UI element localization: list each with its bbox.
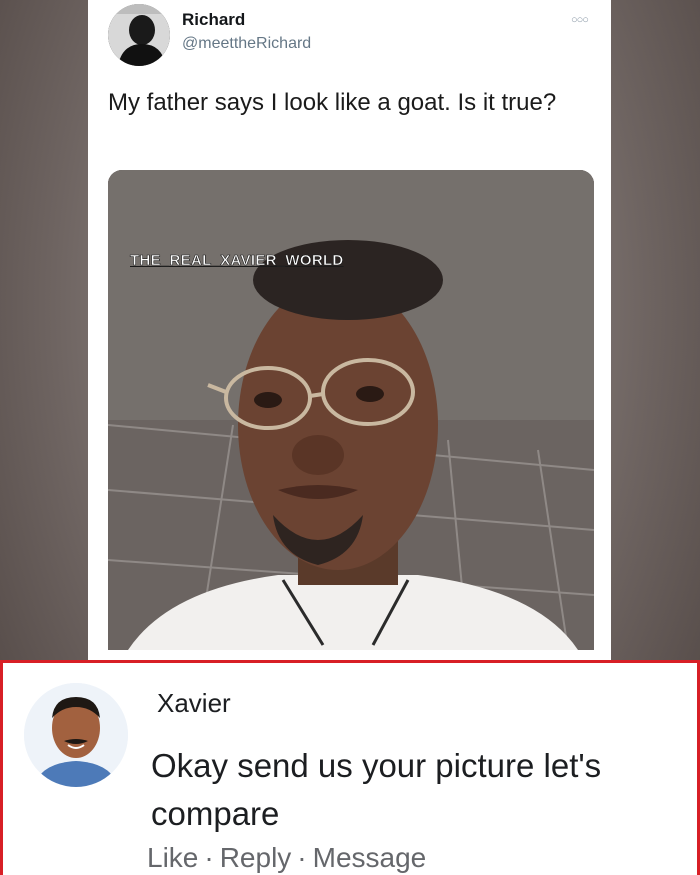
commenter-avatar[interactable] [24, 683, 128, 787]
message-button[interactable]: Message [313, 842, 427, 873]
separator: · [204, 842, 214, 873]
tweet-author-handle[interactable]: @meettheRichard [182, 35, 311, 53]
tweet-author-avatar[interactable] [108, 4, 170, 66]
tweet-photo[interactable]: THE_REAL_XAVIER_WORLD [108, 170, 594, 650]
tweet-text: My father says I look like a goat. Is it… [108, 89, 557, 116]
more-options-icon[interactable]: ○○○ [571, 14, 589, 26]
like-button[interactable]: Like [147, 842, 198, 873]
comment-text: Okay send us your picture let's compare [151, 747, 602, 832]
tweet-author-name[interactable]: Richard [182, 10, 245, 30]
reply-button[interactable]: Reply [220, 842, 292, 873]
comment-actions: Like · Reply · Message [147, 842, 426, 874]
separator: · [297, 842, 307, 873]
photo-watermark: THE_REAL_XAVIER_WORLD [130, 252, 344, 270]
comment-author-name[interactable]: Xavier [157, 688, 231, 719]
